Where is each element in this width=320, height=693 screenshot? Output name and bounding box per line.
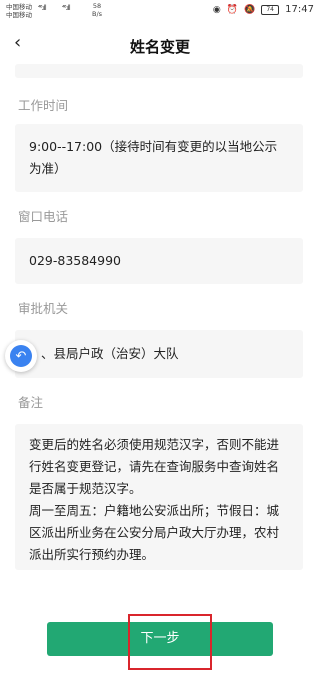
net-speed-unit: B/s	[92, 10, 103, 18]
notes-box: 变更后的姓名必须使用规范汉字，否则不能进行姓名变更登记，请先在查询服务中查询姓名…	[15, 424, 303, 570]
clock: 17:47	[285, 4, 314, 15]
page-title: 姓名变更	[129, 38, 190, 56]
authority-value: 、县局户政（治安）大队	[41, 346, 179, 361]
network-speed: 58 B/s	[92, 2, 102, 18]
notes-label: 备注	[18, 395, 44, 410]
carrier-2: 中国移动	[6, 11, 32, 19]
hours-box: 9:00--17:00（接待时间有变更的以当地公示为准）	[15, 124, 303, 192]
hours-value: 9:00--17:00（接待时间有变更的以当地公示为准）	[29, 139, 278, 176]
authority-label: 审批机关	[18, 301, 69, 316]
previous-section-box	[15, 64, 303, 78]
eye-icon: ◉	[212, 4, 221, 15]
net-speed-value: 58	[92, 2, 102, 10]
notes-value: 变更后的姓名必须使用规范汉字，否则不能进行姓名变更登记，请先在查询服务中查询姓名…	[29, 437, 280, 562]
status-right: ◉ ⏰ 🔕 74 17:47	[213, 4, 314, 15]
signal-icon: ⁴⁶.ıll	[38, 4, 47, 12]
authority-box: 、县局户政（治安）大队	[15, 330, 303, 378]
hours-label: 工作时间	[18, 98, 69, 113]
status-bar: 中国移动 中国移动 ⁴⁶.ıll ⁴⁶.ıll 58 B/s ◉ ⏰ 🔕 74 …	[0, 0, 320, 24]
carrier-labels: 中国移动 中国移动	[6, 3, 32, 19]
alarm-icon: ⏰	[226, 4, 238, 15]
undo-arrow-icon: ↶	[10, 345, 32, 367]
nav-bar: ‹ 姓名变更	[0, 28, 320, 64]
next-step-button[interactable]: 下一步	[47, 622, 273, 656]
battery-icon: 74	[261, 4, 280, 15]
signal-icon-2: ⁴⁶.ıll	[62, 4, 71, 12]
floating-undo-button[interactable]: ↶	[5, 340, 37, 372]
carrier-1: 中国移动	[6, 3, 32, 11]
phone-label: 窗口电话	[18, 209, 69, 224]
mute-icon: 🔕	[243, 4, 256, 15]
phone-box: 029-83584990	[15, 238, 303, 284]
phone-value[interactable]: 029-83584990	[15, 238, 303, 272]
